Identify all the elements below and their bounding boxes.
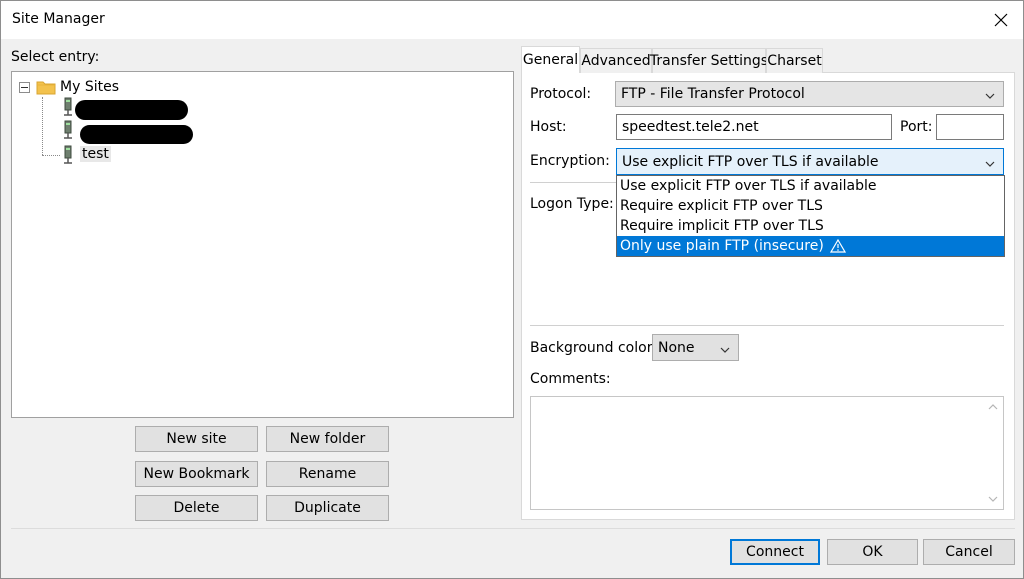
host-label: Host: xyxy=(530,119,567,135)
protocol-label: Protocol: xyxy=(530,86,592,102)
delete-button[interactable]: Delete xyxy=(135,495,258,521)
footer-divider xyxy=(11,528,1015,529)
background-color-value: None xyxy=(658,339,695,356)
server-icon xyxy=(62,120,74,140)
encryption-option[interactable]: Use explicit FTP over TLS if available xyxy=(617,176,1004,196)
chevron-down-icon xyxy=(718,343,732,353)
tree-root-label[interactable]: My Sites xyxy=(60,79,119,95)
background-color-select[interactable]: None xyxy=(652,334,739,361)
warning-icon xyxy=(829,239,846,253)
window-title: Site Manager xyxy=(12,11,105,27)
ok-button[interactable]: OK xyxy=(827,539,918,565)
port-field[interactable] xyxy=(936,114,1004,140)
chevron-down-icon xyxy=(983,89,997,99)
rename-button[interactable]: Rename xyxy=(266,461,389,487)
divider xyxy=(530,182,616,183)
port-label: Port: xyxy=(900,119,933,135)
cancel-button[interactable]: Cancel xyxy=(923,539,1015,565)
new-folder-button[interactable]: New folder xyxy=(266,426,389,452)
collapse-toggle-icon[interactable] xyxy=(19,82,30,93)
tree-line xyxy=(42,155,60,156)
protocol-value: FTP - File Transfer Protocol xyxy=(621,86,805,102)
tab-advanced[interactable]: Advanced xyxy=(580,48,652,73)
select-entry-label: Select entry: xyxy=(11,49,100,65)
site-tree[interactable] xyxy=(11,71,514,418)
logon-type-label: Logon Type: xyxy=(530,196,614,212)
encryption-label: Encryption: xyxy=(530,153,610,169)
tree-line xyxy=(42,97,43,155)
tab-charset[interactable]: Charset xyxy=(766,48,823,73)
comments-label: Comments: xyxy=(530,371,611,387)
new-bookmark-button[interactable]: New Bookmark xyxy=(135,461,258,487)
encryption-option[interactable]: Require explicit FTP over TLS xyxy=(617,196,1004,216)
protocol-select[interactable]: FTP - File Transfer Protocol xyxy=(615,81,1004,107)
scroll-down-icon[interactable] xyxy=(985,492,1001,506)
scroll-up-icon[interactable] xyxy=(985,400,1001,414)
encryption-option-label: Only use plain FTP (insecure) xyxy=(620,238,824,254)
new-site-button[interactable]: New site xyxy=(135,426,258,452)
encryption-dropdown-list[interactable]: Use explicit FTP over TLS if available R… xyxy=(616,175,1005,257)
encryption-option[interactable]: Require implicit FTP over TLS xyxy=(617,216,1004,236)
connect-button[interactable]: Connect xyxy=(730,539,820,565)
folder-icon xyxy=(36,79,56,95)
encryption-option-highlighted[interactable]: Only use plain FTP (insecure) xyxy=(617,236,1004,256)
comments-textarea[interactable] xyxy=(530,396,1004,510)
server-icon xyxy=(62,97,74,117)
title-bar[interactable] xyxy=(1,1,1023,39)
tree-item-test[interactable]: test xyxy=(80,146,111,162)
tab-transfer-settings[interactable]: Transfer Settings xyxy=(650,48,768,73)
redacted-site-name[interactable] xyxy=(75,100,188,120)
chevron-down-icon xyxy=(983,157,997,167)
encryption-select[interactable]: Use explicit FTP over TLS if available xyxy=(616,148,1004,175)
redacted-site-name[interactable] xyxy=(80,125,193,144)
server-icon xyxy=(62,145,74,165)
encryption-value: Use explicit FTP over TLS if available xyxy=(622,153,879,170)
host-field[interactable]: speedtest.tele2.net xyxy=(616,114,892,140)
close-icon[interactable] xyxy=(985,4,1017,36)
background-color-label: Background color: xyxy=(530,340,657,356)
tab-general[interactable]: General xyxy=(521,46,580,73)
duplicate-button[interactable]: Duplicate xyxy=(266,495,389,521)
divider xyxy=(530,325,1004,326)
